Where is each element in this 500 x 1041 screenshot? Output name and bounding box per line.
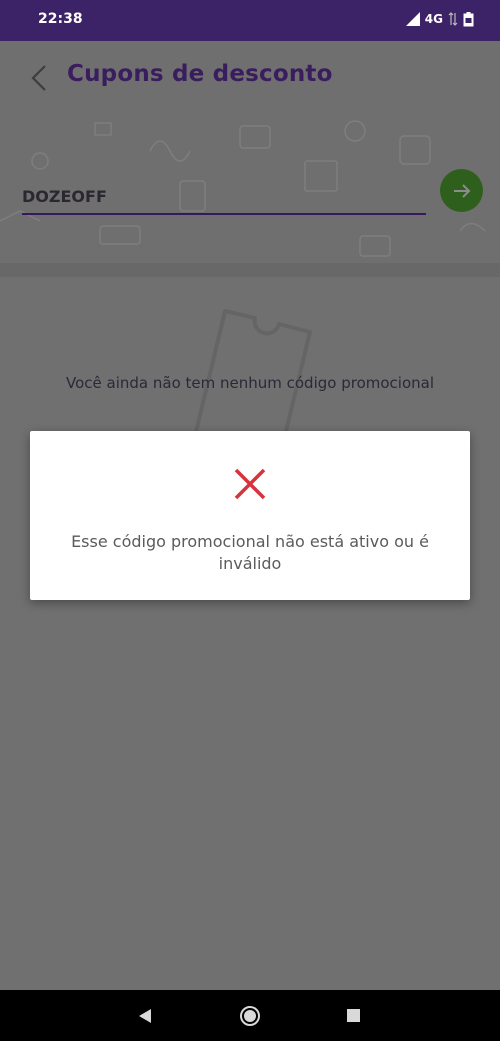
- status-icons: 4G: [405, 9, 474, 29]
- nav-recents-button[interactable]: [323, 990, 383, 1041]
- divider: [0, 263, 500, 277]
- back-button[interactable]: [22, 61, 56, 95]
- home-circle-icon: [240, 1005, 260, 1026]
- status-time: 22:38: [38, 11, 83, 27]
- recents-square-icon: [346, 1009, 360, 1022]
- chevron-left-icon: [31, 65, 46, 91]
- signal-icon: [405, 12, 420, 26]
- network-type: 4G: [424, 12, 443, 26]
- nav-home-button[interactable]: [220, 990, 280, 1041]
- coupon-code-input[interactable]: [22, 181, 426, 215]
- close-x-icon: [234, 468, 266, 500]
- error-dialog[interactable]: Esse código promocional não está ativo o…: [30, 431, 470, 600]
- nav-back-button[interactable]: [115, 990, 175, 1041]
- back-triangle-icon: [139, 1008, 151, 1023]
- battery-icon: [463, 11, 474, 26]
- arrow-right-icon: [453, 183, 470, 198]
- header-area: Cupons de desconto: [0, 41, 500, 263]
- submit-coupon-button[interactable]: [440, 169, 483, 212]
- page-title: Cupons de desconto: [67, 61, 333, 87]
- empty-state-message: Você ainda não tem nenhum código promoci…: [66, 374, 434, 392]
- dialog-message: Esse código promocional não está ativo o…: [71, 532, 429, 573]
- system-nav-bar: [0, 990, 500, 1041]
- data-transfer-icon: [448, 12, 458, 26]
- status-bar: 22:38 4G: [0, 0, 500, 41]
